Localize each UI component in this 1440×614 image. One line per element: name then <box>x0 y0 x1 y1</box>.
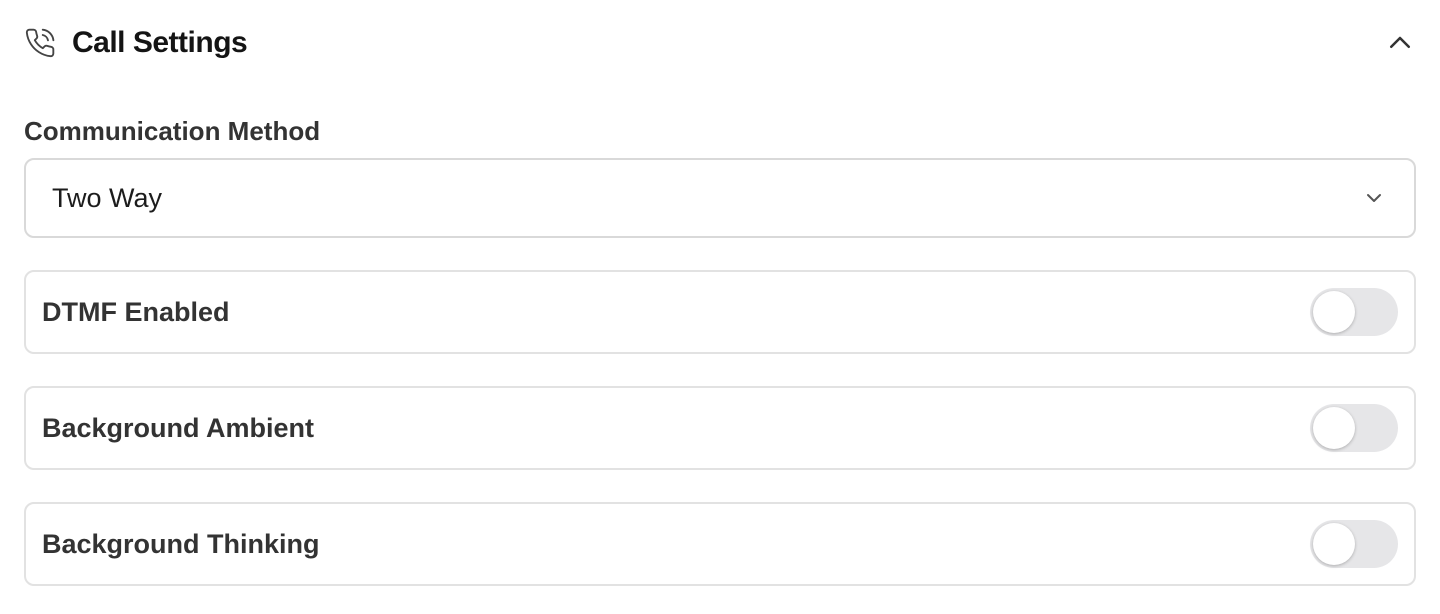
phone-icon <box>24 27 56 59</box>
communication-method-label: Communication Method <box>24 116 321 146</box>
background-ambient-switch[interactable] <box>1310 404 1398 452</box>
toggle-row-dtmf-enabled: DTMF Enabled <box>24 270 1416 354</box>
header-left: Call Settings <box>24 26 248 60</box>
toggle-label: Background Ambient <box>42 412 315 443</box>
toggle-row-background-ambient: Background Ambient <box>24 386 1416 470</box>
chevron-up-icon[interactable] <box>1384 27 1416 59</box>
switch-knob <box>1313 523 1355 565</box>
communication-method-select[interactable]: Two Way <box>24 158 1416 238</box>
toggle-label: Background Thinking <box>42 528 320 559</box>
switch-knob <box>1313 291 1355 333</box>
chevron-down-icon <box>1360 184 1388 212</box>
background-thinking-switch[interactable] <box>1310 520 1398 568</box>
toggle-row-background-thinking: Background Thinking <box>24 502 1416 586</box>
toggle-label: DTMF Enabled <box>42 296 230 327</box>
call-settings-panel: Call Settings Communication Method Two W… <box>0 0 1440 614</box>
dtmf-enabled-switch[interactable] <box>1310 288 1398 336</box>
call-settings-header[interactable]: Call Settings <box>24 20 1416 66</box>
switch-knob <box>1313 407 1355 449</box>
communication-method-value: Two Way <box>52 182 163 213</box>
section-title: Call Settings <box>72 26 248 59</box>
